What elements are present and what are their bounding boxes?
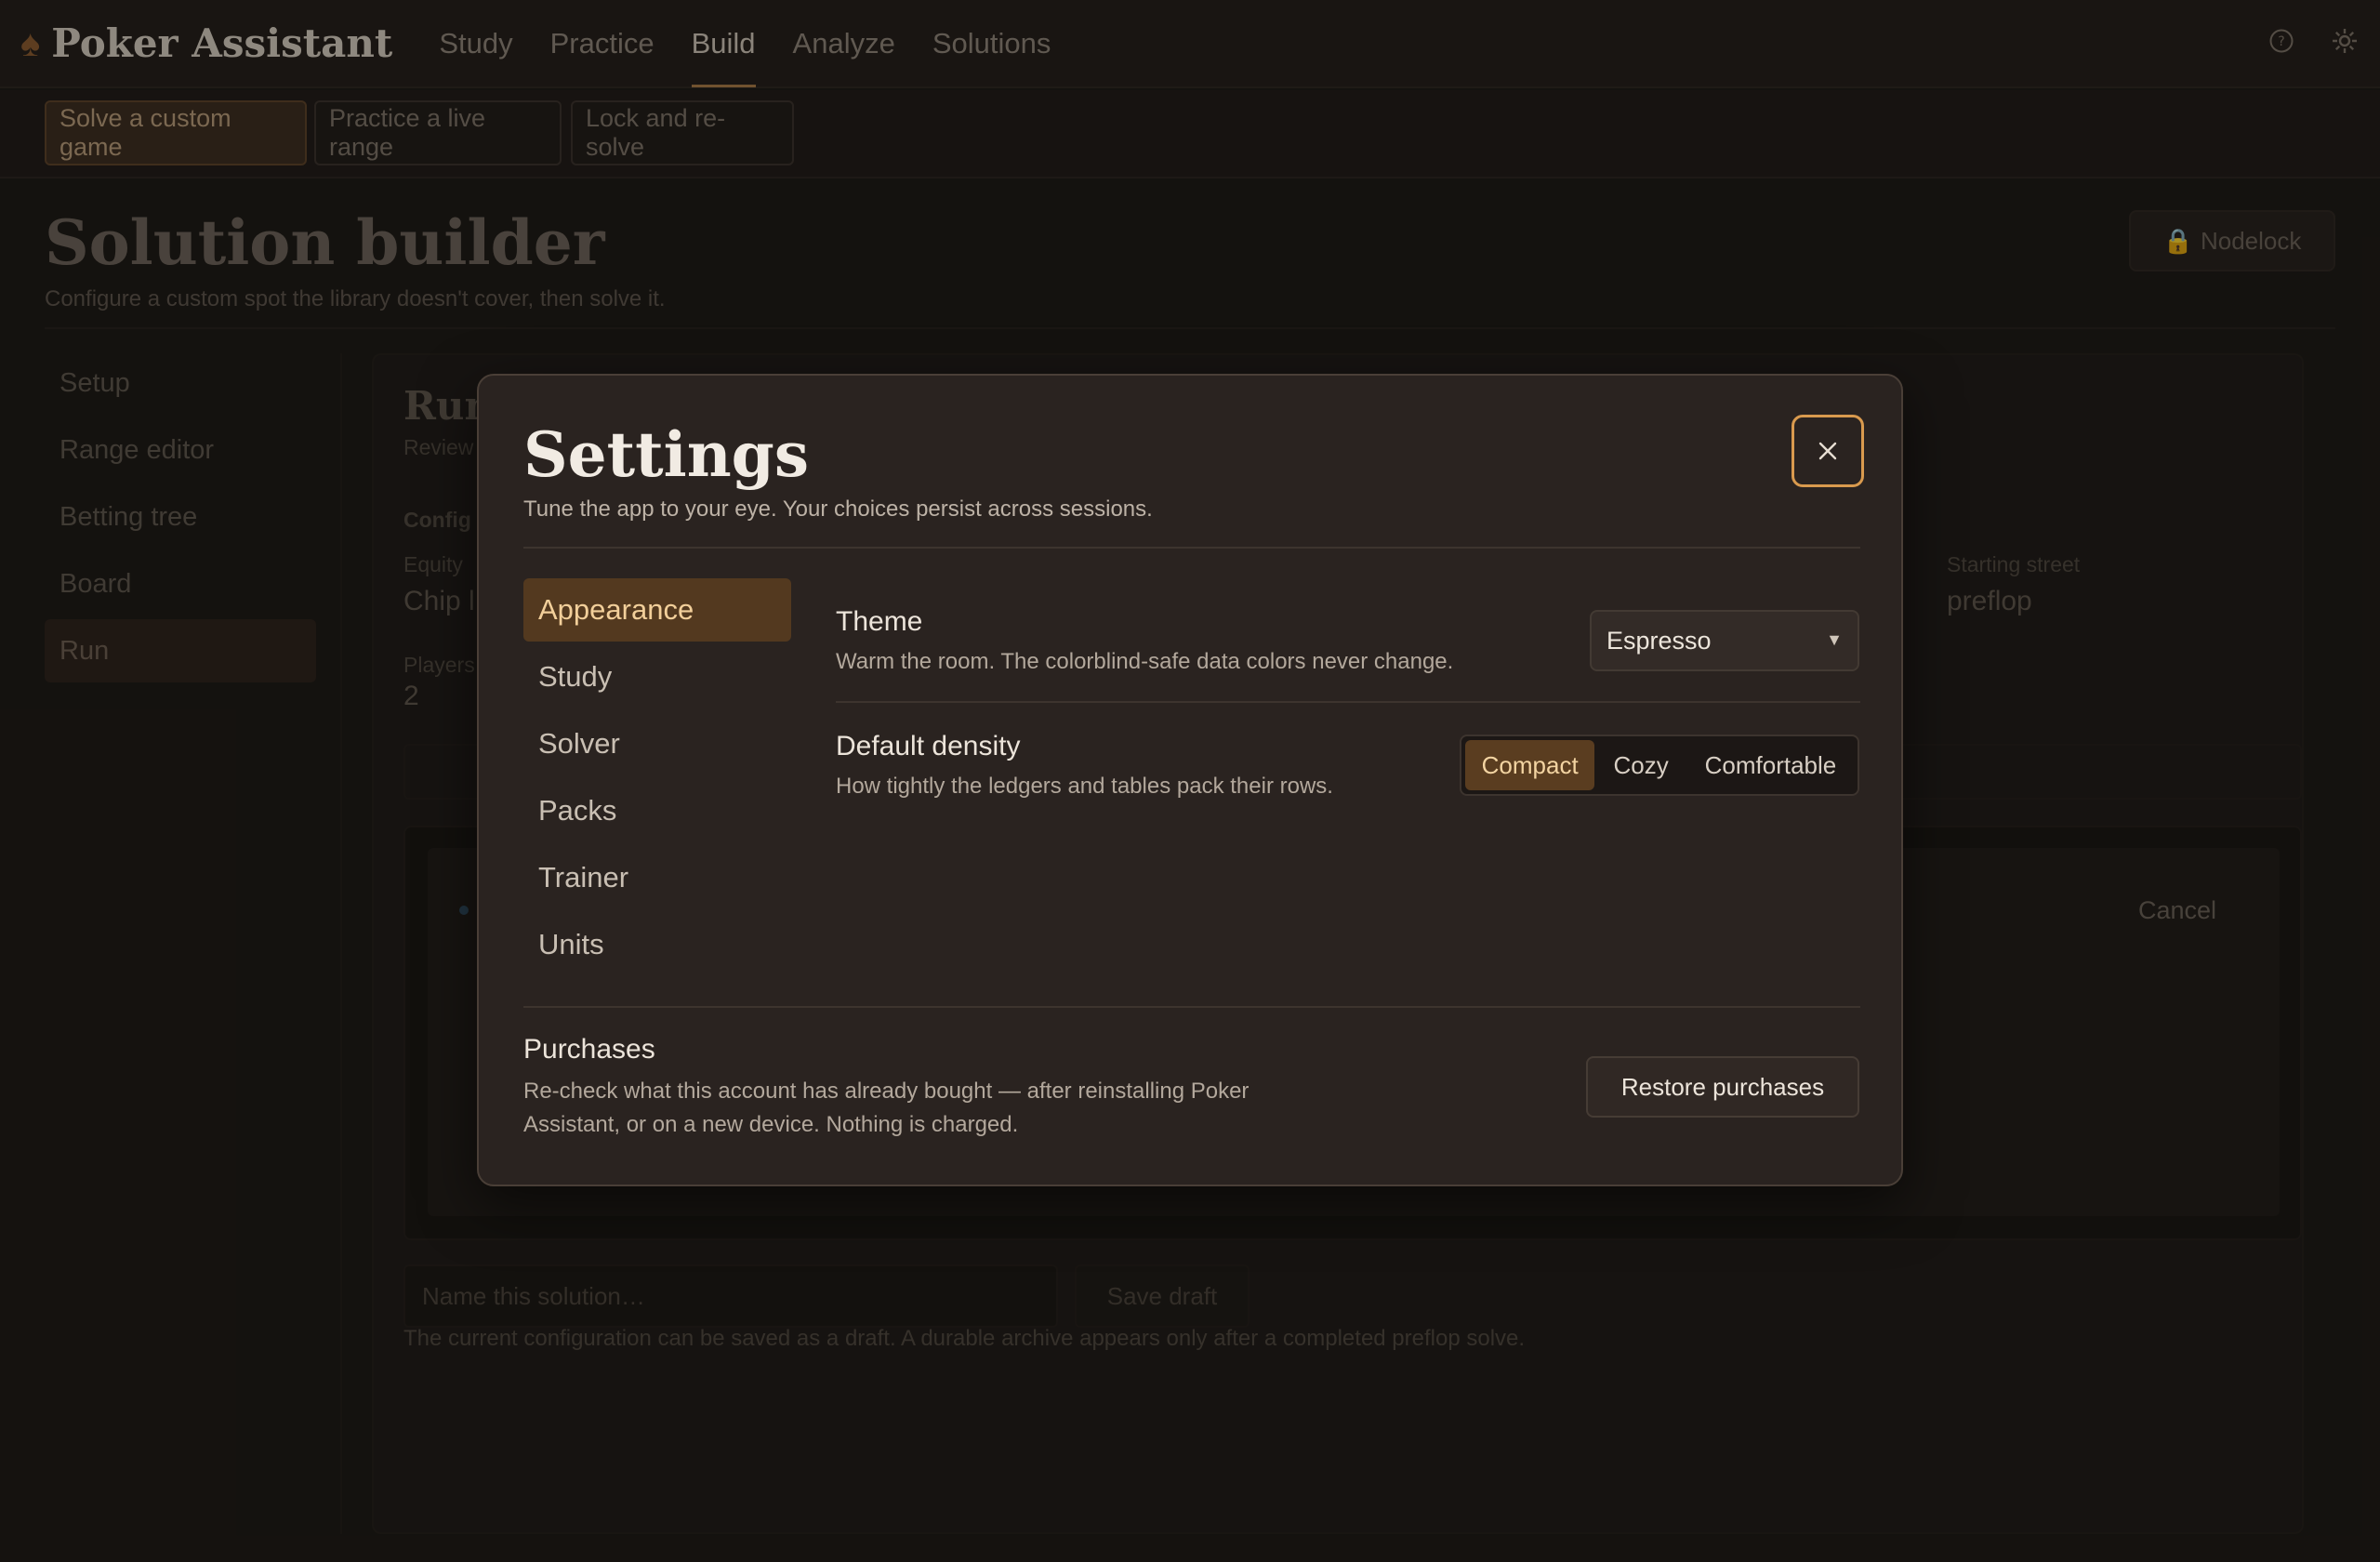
tab-study[interactable]: Study [523,645,791,708]
tab-packs[interactable]: Packs [523,779,791,842]
purchases-label: Purchases [523,1034,655,1065]
chevron-down-icon: ▼ [1826,630,1843,649]
theme-select[interactable]: Espresso ▼ [1590,610,1859,671]
header-divider [523,547,1860,549]
restore-purchases-button[interactable]: Restore purchases [1586,1056,1859,1118]
tab-trainer[interactable]: Trainer [523,846,791,909]
settings-subtitle: Tune the app to your eye. Your choices p… [523,496,1153,522]
row-divider [836,701,1860,703]
density-comfortable[interactable]: Comfortable [1687,740,1854,790]
purchases-divider [523,1006,1860,1008]
theme-description: Warm the room. The colorblind-safe data … [836,649,1454,674]
density-label: Default density [836,731,1021,761]
close-icon [1818,442,1837,460]
tab-solver[interactable]: Solver [523,712,791,775]
tab-units[interactable]: Units [523,913,791,976]
density-cozy[interactable]: Cozy [1594,740,1687,790]
density-description: How tightly the ledgers and tables pack … [836,774,1333,799]
close-button[interactable] [1792,415,1864,487]
purchases-description-line2: Assistant, or on a new device. Nothing i… [523,1112,1019,1137]
tab-appearance[interactable]: Appearance [523,578,791,642]
theme-label: Theme [836,606,923,637]
theme-value: Espresso [1606,626,1712,655]
settings-dialog: Settings Tune the app to your eye. Your … [477,374,1903,1186]
purchases-description-line1: Re-check what this account has already b… [523,1079,1250,1104]
settings-title: Settings [523,418,809,491]
density-compact[interactable]: Compact [1465,740,1595,790]
density-segmented-control: Compact Cozy Comfortable [1460,735,1859,796]
settings-tabs: Appearance Study Solver Packs Trainer Un… [523,578,791,980]
